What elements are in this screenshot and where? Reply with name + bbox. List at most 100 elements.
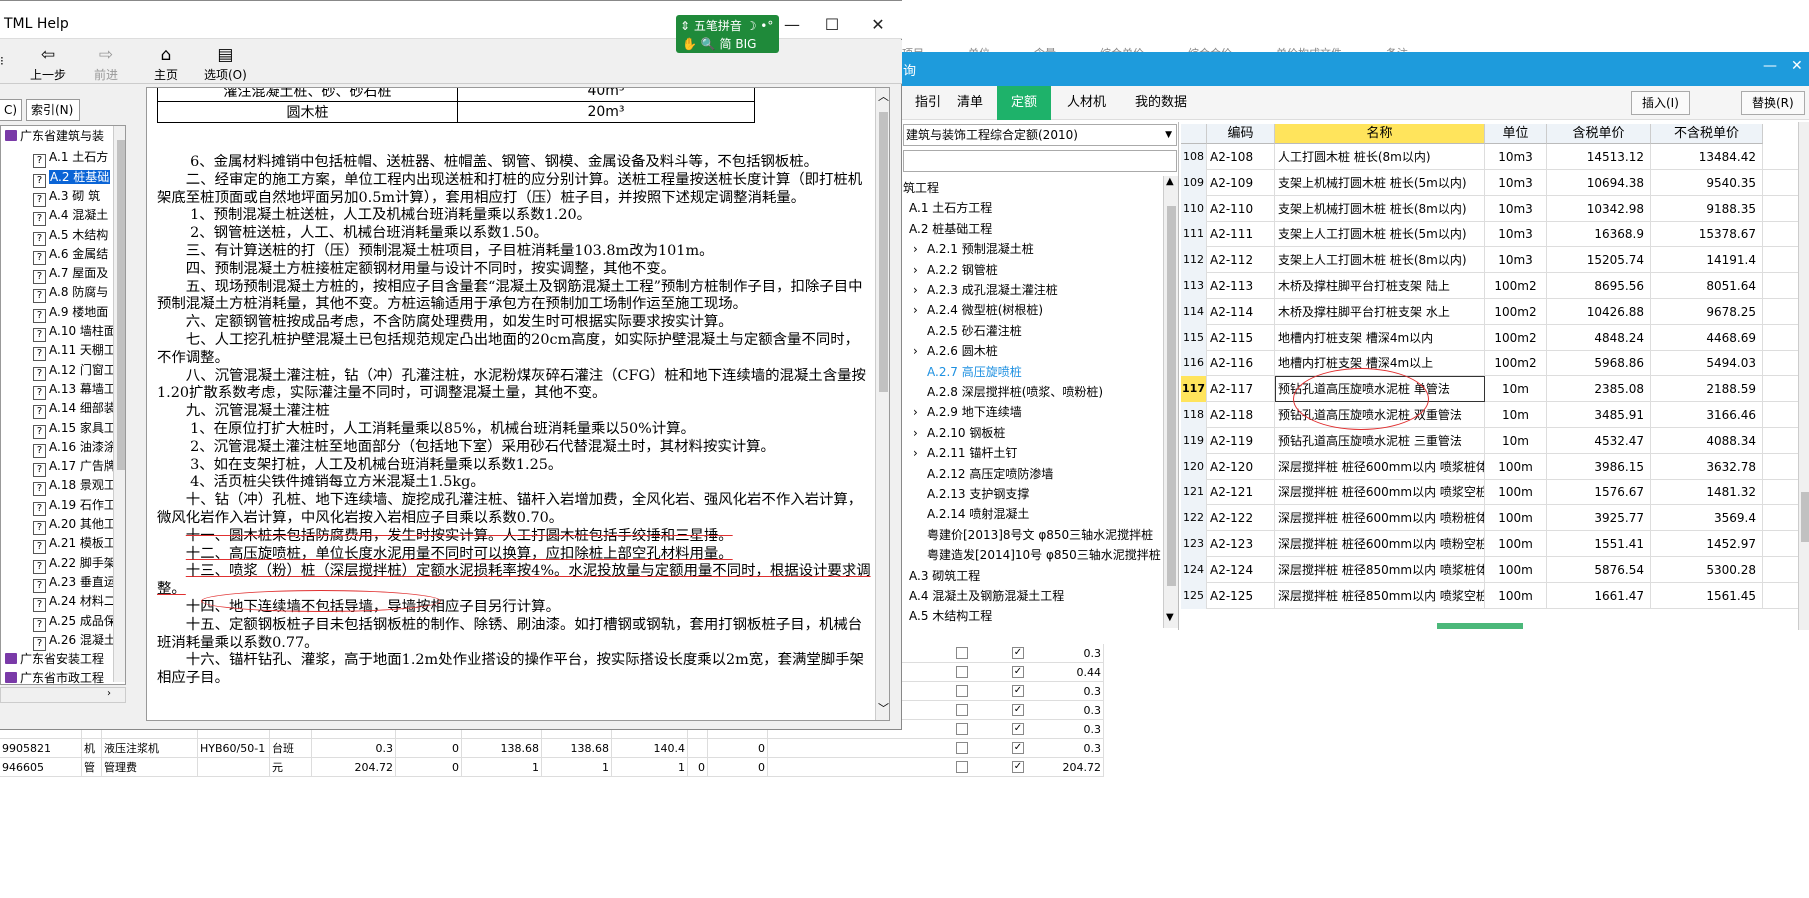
checkbox-checked[interactable]: ✓ xyxy=(1012,742,1024,754)
chevron-right-icon[interactable]: › xyxy=(913,280,927,300)
maximize-button[interactable]: ☐ xyxy=(820,13,844,37)
table-row[interactable]: 109 A2-109 支架上机械打圆木桩 桩长(5m以内) 10m3 10694.38 9… xyxy=(1181,169,1809,196)
grid-cell[interactable]: 预钻孔道高压旋喷水泥桩 三重管法 xyxy=(1275,427,1485,454)
grid-cell[interactable]: 10694.38 xyxy=(1547,169,1651,196)
checkbox[interactable] xyxy=(956,742,968,754)
grid-cell[interactable]: 118 xyxy=(1181,402,1207,428)
tab-my-data[interactable]: 我的数据 xyxy=(1121,86,1201,120)
grid-cell[interactable]: 深层搅拌桩 桩径600mm以内 喷浆桩体 xyxy=(1275,453,1485,480)
grid-cell[interactable]: 深层搅拌桩 桩径600mm以内 喷粉空桩 xyxy=(1275,531,1485,557)
grid-cell[interactable]: 1551.41 xyxy=(1547,531,1651,557)
scroll-up-icon[interactable]: ︿ xyxy=(878,88,889,104)
quota-library-select[interactable]: 建筑与装饰工程综合定额(2010) ▼ xyxy=(903,124,1177,146)
grid-cell[interactable]: 3925.77 xyxy=(1547,505,1651,532)
grid-cell[interactable]: 木桥及撑柱脚平台打桩支架 水上 xyxy=(1275,298,1485,325)
grid-cell[interactable]: A2-108 xyxy=(1207,144,1275,170)
grid-cell[interactable]: 管 xyxy=(82,758,102,777)
table-row[interactable]: 946605 管管理费元 204.72 0 1 1 1 0 0 ✓ 204.72 xyxy=(0,758,1104,777)
grid-cell[interactable]: 124 xyxy=(1181,556,1207,583)
help-tree-page[interactable]: ? A.25 成品保 xyxy=(33,611,116,632)
help-tree-page[interactable]: ? A.3 砌 筑 xyxy=(33,186,100,207)
grid-cell[interactable]: 支架上人工打圆木桩 桩长(8m以内) xyxy=(1275,247,1485,274)
grid-cell[interactable]: 5968.86 xyxy=(1547,350,1651,377)
grid-cell[interactable]: 3166.46 xyxy=(1651,402,1763,428)
help-tree-page[interactable]: ? A.6 金属结 xyxy=(33,244,108,265)
grid-cell[interactable]: 1481.32 xyxy=(1651,479,1763,506)
grid-cell[interactable]: 9678.25 xyxy=(1651,298,1763,325)
grid-cell[interactable]: 2385.08 xyxy=(1547,376,1651,403)
grid-cell[interactable]: 10m3 xyxy=(1485,247,1547,274)
grid-cell[interactable]: 5300.28 xyxy=(1651,556,1763,583)
tree-scrollbar-thumb[interactable] xyxy=(117,140,125,470)
quota-tree-node[interactable]: › A.2.3 成孔混凝土灌注桩 xyxy=(913,280,1058,300)
quota-tree-node[interactable]: 筑工程 xyxy=(903,178,939,198)
chevron-right-icon[interactable]: › xyxy=(913,300,927,320)
checkbox-checked[interactable]: ✓ xyxy=(1012,723,1024,735)
help-tree-page[interactable]: ? A.4 混凝土 xyxy=(33,205,108,227)
grid-cell[interactable]: 9188.35 xyxy=(1651,195,1763,222)
quota-tree-node[interactable]: › A.2.11 锚杆土钉 xyxy=(913,443,1017,463)
grid-header-price-tax[interactable]: 含税单价 xyxy=(1547,124,1651,144)
grid-cell[interactable]: A2-125 xyxy=(1207,582,1275,609)
grid-cell[interactable]: 0 xyxy=(396,758,462,777)
quota-tree-node[interactable]: A.3 砌筑工程 xyxy=(909,566,980,586)
table-row[interactable]: 117 A2-117 预钻孔道高压旋喷水泥桩 单管法 10m 2385.08 2188.5… xyxy=(1181,376,1809,403)
grid-cell[interactable]: 10m3 xyxy=(1485,144,1547,170)
grid-cell[interactable]: A2-121 xyxy=(1207,479,1275,506)
quota-tree-node[interactable]: A.2 桩基础工程 xyxy=(909,219,992,239)
quota-tree-node[interactable]: A.2.12 高压定喷防渗墙 xyxy=(927,464,1053,484)
checkbox-checked[interactable]: ✓ xyxy=(1012,761,1024,773)
grid-cell[interactable]: 100m xyxy=(1485,453,1547,480)
replace-button[interactable]: 替换(R) xyxy=(1741,91,1805,115)
checkbox[interactable] xyxy=(956,685,968,697)
table-row[interactable]: 108 A2-108 人工打圆木桩 桩长(8m以内) 10m3 14513.12 1348… xyxy=(1181,144,1809,170)
grid-cell[interactable]: 113 xyxy=(1181,273,1207,299)
grid-cell[interactable]: 4468.69 xyxy=(1651,324,1763,351)
help-tree-page[interactable]: ? A.12 门窗工 xyxy=(33,360,116,381)
help-tree-page[interactable]: ? A.20 其他工 xyxy=(33,514,116,535)
grid-cell[interactable]: 1452.97 xyxy=(1651,531,1763,557)
quota-search-input[interactable] xyxy=(903,150,1177,172)
grid-cell[interactable]: 100m xyxy=(1485,531,1547,557)
grid-cell[interactable]: 100m xyxy=(1485,556,1547,583)
grid-cell[interactable]: A2-124 xyxy=(1207,556,1275,583)
grid-cell[interactable]: 123 xyxy=(1181,531,1207,557)
checkbox-checked[interactable]: ✓ xyxy=(1012,704,1024,716)
chevron-right-icon[interactable]: › xyxy=(913,402,927,422)
tab-labor-material-machine[interactable]: 人材机 xyxy=(1053,86,1120,120)
tab-bill[interactable]: 清单 xyxy=(943,86,997,120)
grid-cell[interactable]: 10m xyxy=(1485,376,1547,403)
grid-cell[interactable]: 100m xyxy=(1485,505,1547,532)
grid-cell[interactable]: 100m xyxy=(1485,582,1547,609)
grid-cell[interactable] xyxy=(688,739,708,758)
tree-scrollbar[interactable] xyxy=(113,126,125,682)
back-button[interactable]: ⇦ 上一步 xyxy=(30,44,66,83)
table-row[interactable]: 111 A2-111 支架上人工打圆木桩 桩长(5m以内) 10m3 16368.9 15… xyxy=(1181,221,1809,248)
table-row[interactable]: 120 A2-120 深层搅拌桩 桩径600mm以内 喷浆桩体 100m 3986.15… xyxy=(1181,453,1809,480)
table-row[interactable]: 125 A2-125 深层搅拌桩 桩径850mm以内 喷浆空桩 100m 1661.47… xyxy=(1181,582,1809,609)
help-tree-page[interactable]: ? A.9 楼地面 xyxy=(33,302,108,323)
grid-cell[interactable]: 15205.74 xyxy=(1547,247,1651,274)
scroll-down-icon[interactable]: ﹀ xyxy=(878,700,889,716)
grid-cell[interactable]: 地槽内打桩支架 槽深4m以上 xyxy=(1275,350,1485,377)
grid-cell[interactable]: 111 xyxy=(1181,221,1207,248)
help-tree-page[interactable]: ? A.24 材料二 xyxy=(33,591,116,613)
chevron-right-icon[interactable]: › xyxy=(913,239,927,259)
grid-cell[interactable]: 元 xyxy=(270,758,312,777)
grid-cell[interactable]: 100m xyxy=(1485,479,1547,506)
grid-cell[interactable]: 4088.34 xyxy=(1651,427,1763,454)
grid-header-index[interactable] xyxy=(1181,124,1207,144)
grid-cell[interactable]: 117 xyxy=(1181,376,1207,403)
grid-cell[interactable]: 深层搅拌桩 桩径850mm以内 喷浆空桩 xyxy=(1275,582,1485,609)
grid-cell[interactable]: 140.4 xyxy=(612,739,688,758)
grid-cell[interactable]: A2-120 xyxy=(1207,453,1275,480)
grid-cell[interactable]: 0 xyxy=(688,758,708,777)
quota-tree-node[interactable]: A.2.13 支护钢支撑 xyxy=(927,484,1029,504)
grid-cell[interactable]: A2-116 xyxy=(1207,350,1275,377)
grid-cell[interactable]: 0 xyxy=(708,758,768,777)
grid-cell[interactable]: A2-109 xyxy=(1207,169,1275,196)
grid-cell[interactable]: 14513.12 xyxy=(1547,144,1651,170)
grid-scrollbar-thumb[interactable] xyxy=(1801,492,1809,542)
grid-cell[interactable]: 1 xyxy=(612,758,688,777)
grid-cell[interactable]: A2-119 xyxy=(1207,427,1275,454)
